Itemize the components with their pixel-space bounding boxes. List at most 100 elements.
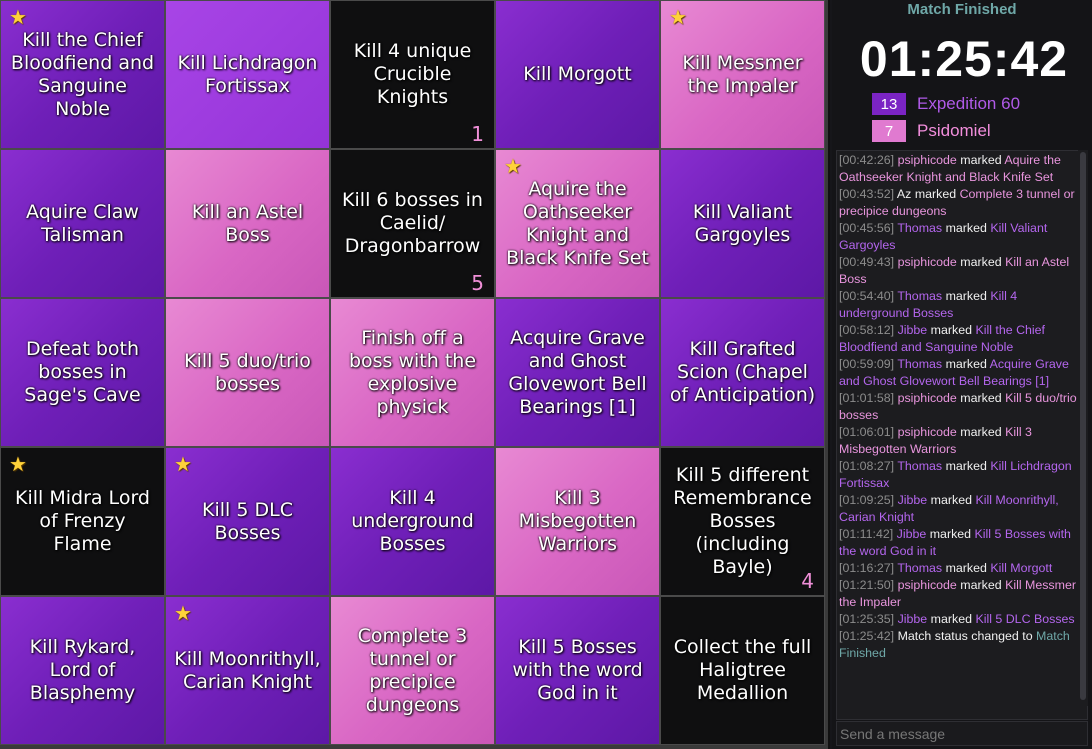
board-cell[interactable]: Aquire Claw Talisman <box>0 149 165 298</box>
board-cell[interactable]: ★ Aquire the Oathseeker Knight and Black … <box>495 149 660 298</box>
board-cell[interactable]: Kill 4 unique Crucible Knights 1 <box>330 0 495 149</box>
team-name: Expedition 60 <box>917 94 1021 113</box>
log-timestamp: [00:54:40] <box>839 289 895 303</box>
log-entry: [00:49:43] psiphicode marked Kill an Ast… <box>839 254 1083 288</box>
log-entry: [00:43:52] Az marked Complete 3 tunnel o… <box>839 186 1083 220</box>
board-cell[interactable]: Kill an Astel Boss <box>165 149 330 298</box>
board-cell[interactable]: ★ Kill the Chief Bloodfiend and Sanguine … <box>0 0 165 149</box>
log-timestamp: [01:11:42] <box>839 527 894 541</box>
star-icon: ★ <box>504 154 522 178</box>
match-status: Match Finished <box>907 1 1017 18</box>
board-cell[interactable]: Kill Lichdragon Fortissax <box>165 0 330 149</box>
cell-label: Kill 5 DLC Bosses <box>202 498 293 544</box>
log-entry: [01:21:50] psiphicode marked Kill Messme… <box>839 577 1083 611</box>
cell-label: Kill an Astel Boss <box>191 200 304 246</box>
match-timer: 01:25:42 <box>859 31 1069 87</box>
message-input[interactable] <box>836 721 1088 746</box>
log-timestamp: [01:08:27] <box>839 459 895 473</box>
star-icon: ★ <box>9 452 27 476</box>
board-cell[interactable]: ★ Kill Midra Lord of Frenzy Flame <box>0 447 165 596</box>
star-icon: ★ <box>174 452 192 476</box>
log-player: Jibbe <box>896 527 927 541</box>
cell-counter: 4 <box>801 569 814 593</box>
scrollbar-thumb[interactable] <box>1080 152 1086 700</box>
log-action: marked <box>914 187 957 201</box>
log-entry: [01:06:01] psiphicode marked Kill 3 Misb… <box>839 424 1083 458</box>
log-entry: [00:54:40] Thomas marked Kill 4 undergro… <box>839 288 1083 322</box>
star-icon: ★ <box>669 5 687 29</box>
log-action: marked <box>960 391 1002 405</box>
team-score: 7 <box>872 120 906 142</box>
log-timestamp: [01:25:35] <box>839 612 895 626</box>
board-cell[interactable]: Kill Valiant Gargoyles <box>660 149 825 298</box>
board-cell[interactable]: Finish off a boss with the explosive phy… <box>330 298 495 447</box>
log-action: marked <box>930 493 972 507</box>
chat-log[interactable]: [00:42:26] psiphicode marked Aquire the … <box>836 150 1088 720</box>
log-timestamp: [00:42:26] <box>839 153 895 167</box>
log-entry: [00:45:56] Thomas marked Kill Valiant Ga… <box>839 220 1083 254</box>
log-timestamp: [00:59:09] <box>839 357 895 371</box>
board-cell[interactable]: Kill Rykard, Lord of Blasphemy <box>0 596 165 745</box>
log-timestamp: [01:09:25] <box>839 493 895 507</box>
cell-label: Collect the full Haligtree Medallion <box>673 636 812 704</box>
log-action: Match status changed to <box>897 629 1033 643</box>
log-entry: [01:25:35] Jibbe marked Kill 5 DLC Bosse… <box>839 611 1083 628</box>
log-entry: [01:11:42] Jibbe marked Kill 5 Bosses wi… <box>839 526 1083 560</box>
log-entry: [00:59:09] Thomas marked Acquire Grave a… <box>839 356 1083 390</box>
log-timestamp: [01:06:01] <box>839 425 895 439</box>
log-timestamp: [00:45:56] <box>839 221 895 235</box>
cell-label: Kill 5 duo/trio bosses <box>184 349 311 395</box>
cell-label: Finish off a boss with the explosive phy… <box>348 326 477 418</box>
board-cell[interactable]: Kill 4 underground Bosses <box>330 447 495 596</box>
cell-label: Kill Valiant Gargoyles <box>692 200 793 246</box>
log-action: marked <box>929 527 972 541</box>
cell-label: Kill Rykard, Lord of Blasphemy <box>29 636 136 704</box>
log-entry: [01:09:25] Jibbe marked Kill Moonrithyll… <box>839 492 1083 526</box>
cell-label: Complete 3 tunnel or precipice dungeons <box>357 624 468 716</box>
board-cell[interactable]: Complete 3 tunnel or precipice dungeons <box>330 596 495 745</box>
log-player: psiphicode <box>897 255 957 269</box>
cell-label: Aquire the Oathseeker Knight and Black K… <box>506 177 649 269</box>
board-cell[interactable]: Kill 5 duo/trio bosses <box>165 298 330 447</box>
log-goal: Kill Morgott <box>990 561 1053 575</box>
board-cell[interactable]: ★ Kill Messmer the Impaler <box>660 0 825 149</box>
cell-label: Kill 4 unique Crucible Knights <box>353 40 472 108</box>
cell-label: Kill 5 different Remembrance Bosses (inc… <box>673 464 812 578</box>
cell-label: Kill Grafted Scion (Chapel of Anticipati… <box>669 338 816 406</box>
board-cell[interactable]: Defeat both bosses in Sage's Cave <box>0 298 165 447</box>
board-cell[interactable]: Kill Grafted Scion (Chapel of Anticipati… <box>660 298 825 447</box>
cell-label: Kill 4 underground Bosses <box>351 487 474 555</box>
log-timestamp: [01:25:42] <box>839 629 895 643</box>
cell-label: Kill 5 Bosses with the word God in it <box>512 636 643 704</box>
log-entry: [00:42:26] psiphicode marked Aquire the … <box>839 152 1083 186</box>
log-timestamp: [01:01:58] <box>839 391 895 405</box>
board-cell[interactable]: Kill 5 Bosses with the word God in it <box>495 596 660 745</box>
board-cell[interactable]: Kill 6 bosses in Caelid/ Dragonbarrow 5 <box>330 149 495 298</box>
board-cell[interactable]: Acquire Grave and Ghost Glovewort Bell B… <box>495 298 660 447</box>
cell-label: Kill the Chief Bloodfiend and Sanguine N… <box>10 28 155 120</box>
cell-label: Kill 3 Misbegotten Warriors <box>518 487 637 555</box>
log-player: psiphicode <box>897 578 957 592</box>
log-player: psiphicode <box>897 153 957 167</box>
team-row-psidomiel: 7 Psidomiel <box>872 120 991 142</box>
log-player: Thomas <box>897 561 943 575</box>
log-entry: [01:08:27] Thomas marked Kill Lichdragon… <box>839 458 1083 492</box>
cell-label: Defeat both bosses in Sage's Cave <box>24 338 141 406</box>
star-icon: ★ <box>9 5 27 29</box>
board-cell[interactable]: Kill 3 Misbegotten Warriors <box>495 447 660 596</box>
log-timestamp: [00:58:12] <box>839 323 895 337</box>
team-score: 13 <box>872 93 906 115</box>
chat-log-scrollbar[interactable] <box>1078 150 1088 706</box>
board-cell[interactable]: ★ Kill Moonrithyll, Carian Knight <box>165 596 330 745</box>
board-cell[interactable]: ★ Kill 5 DLC Bosses <box>165 447 330 596</box>
board-cell[interactable]: Kill 5 different Remembrance Bosses (inc… <box>660 447 825 596</box>
cell-counter: 1 <box>471 122 484 146</box>
log-player: Thomas <box>897 221 943 235</box>
board-cell[interactable]: Kill Morgott <box>495 0 660 149</box>
log-entry: [01:01:58] psiphicode marked Kill 5 duo/… <box>839 390 1083 424</box>
log-entry: [00:58:12] Jibbe marked Kill the Chief B… <box>839 322 1083 356</box>
log-entry: [01:25:42] Match status changed to Match… <box>839 628 1083 662</box>
sidebar: Match Finished 01:25:42 13 Expedition 60… <box>832 0 1092 749</box>
log-action: marked <box>945 289 987 303</box>
board-cell[interactable]: Collect the full Haligtree Medallion <box>660 596 825 745</box>
